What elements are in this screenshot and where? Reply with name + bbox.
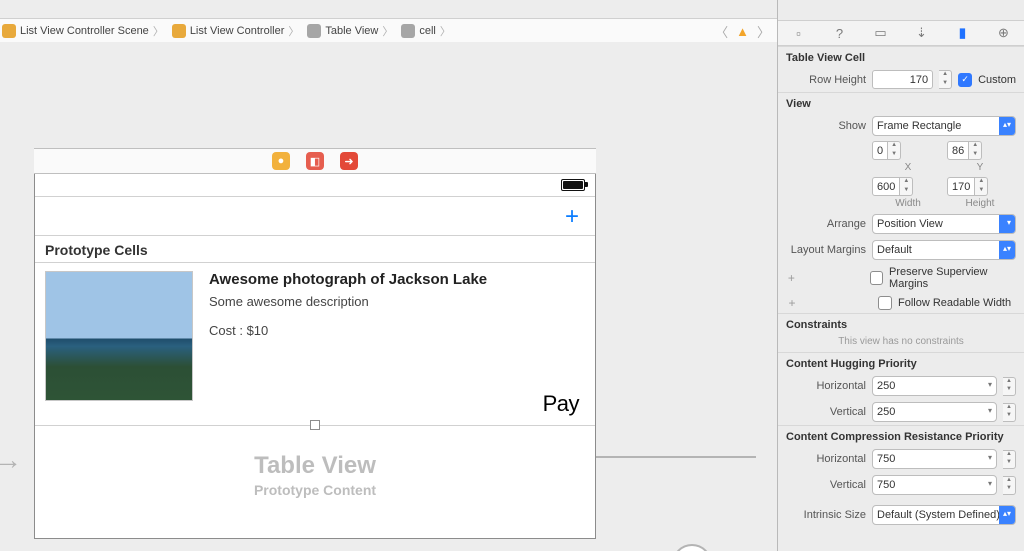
file-inspector-tab-icon[interactable]: ▫ — [789, 26, 809, 41]
intrinsic-size-select[interactable]: Default (System Defined)▴▾ — [872, 505, 1016, 525]
add-button[interactable]: + — [565, 203, 579, 231]
apple-pay-mark: Pay — [543, 391, 579, 417]
show-select[interactable]: Frame Rectangle▴▾ — [872, 116, 1016, 136]
crumb-cell[interactable]: cell — [399, 23, 457, 39]
ccrp-vertical-input[interactable]: 750▾ — [872, 475, 997, 495]
crumb-scene[interactable]: List View Controller Scene — [0, 23, 170, 39]
scene-dock-icon[interactable] — [672, 544, 712, 551]
section-table-view-cell: Table View Cell — [778, 46, 1024, 67]
custom-checkbox[interactable]: ✓ — [958, 73, 972, 87]
no-constraints-note: This view has no constraints — [778, 334, 1024, 352]
breadcrumb: List View Controller Scene List View Con… — [0, 18, 778, 44]
section-content-hugging: Content Hugging Priority — [778, 352, 1024, 373]
identity-inspector-tab-icon[interactable]: ▭ — [871, 25, 891, 41]
cell-thumbnail — [45, 271, 193, 401]
nav-back-icon[interactable]: 〈 — [715, 22, 728, 41]
inspector-panel: ▫ ? ▭ ⇣ ▮ ⊕ Table View Cell Row Height 1… — [777, 0, 1024, 551]
tableview-placeholder-title: Table View — [35, 452, 595, 480]
layout-margins-select[interactable]: Default▴▾ — [872, 240, 1016, 260]
help-inspector-tab-icon[interactable]: ? — [830, 26, 850, 41]
ccrp-horizontal-input[interactable]: 750▾ — [872, 449, 997, 469]
row-height-input[interactable]: 170 — [872, 70, 933, 89]
section-view: View — [778, 92, 1024, 113]
chp-horizontal-input[interactable]: 250▾ — [872, 376, 997, 396]
canvas-area: → ● ◧ ➜ + Prototype Cells Awesome photog… — [0, 42, 778, 551]
height-input[interactable]: 170 — [947, 177, 975, 196]
arrange-select[interactable]: Position View▾ — [872, 214, 1016, 234]
prototype-cells-label: Prototype Cells — [35, 236, 595, 262]
cell-title: Awesome photograph of Jackson Lake — [209, 271, 585, 288]
add-trait-button[interactable]: + — [786, 296, 798, 310]
crumb-controller[interactable]: List View Controller — [170, 23, 306, 39]
ios-statusbar — [35, 174, 595, 197]
storyboard-scene[interactable]: ● ◧ ➜ + Prototype Cells Awesome photogra… — [34, 148, 596, 539]
tableview-placeholder-sub: Prototype Content — [35, 482, 595, 498]
segue-line — [596, 456, 756, 458]
segue-arrow-icon: → — [0, 444, 22, 476]
follow-readable-checkbox[interactable] — [878, 296, 892, 310]
y-input[interactable]: 86 — [947, 141, 969, 160]
scene-owner-icon[interactable]: ● — [272, 152, 290, 170]
connections-inspector-tab-icon[interactable]: ⊕ — [994, 25, 1014, 41]
cell-description: Some awesome description — [209, 294, 585, 309]
nav-forward-icon[interactable]: 〉 — [757, 22, 770, 41]
row-height-stepper[interactable]: ▲▼ — [939, 70, 952, 89]
inspector-tabs: ▫ ? ▭ ⇣ ▮ ⊕ — [778, 21, 1024, 46]
exit-icon[interactable]: ➜ — [340, 152, 358, 170]
section-constraints: Constraints — [778, 313, 1024, 334]
resize-handle[interactable] — [310, 420, 320, 430]
scene-toolbar: ● ◧ ➜ — [34, 148, 596, 174]
attributes-inspector-tab-icon[interactable]: ⇣ — [912, 25, 932, 41]
add-trait-button[interactable]: + — [786, 271, 797, 285]
chp-vertical-input[interactable]: 250▾ — [872, 402, 997, 422]
prototype-cell[interactable]: Awesome photograph of Jackson Lake Some … — [35, 262, 595, 426]
size-inspector-tab-icon[interactable]: ▮ — [953, 25, 973, 41]
preserve-superview-checkbox[interactable] — [870, 271, 883, 285]
section-compression-resistance: Content Compression Resistance Priority — [778, 425, 1024, 446]
x-input[interactable]: 0 — [872, 141, 888, 160]
first-responder-icon[interactable]: ◧ — [306, 152, 324, 170]
crumb-tableview[interactable]: Table View — [305, 23, 399, 39]
battery-icon — [561, 179, 585, 191]
cell-cost: Cost : $10 — [209, 323, 585, 338]
warning-icon[interactable]: ▲ — [736, 24, 749, 39]
width-input[interactable]: 600 — [872, 177, 900, 196]
navigation-bar: + — [35, 197, 595, 236]
